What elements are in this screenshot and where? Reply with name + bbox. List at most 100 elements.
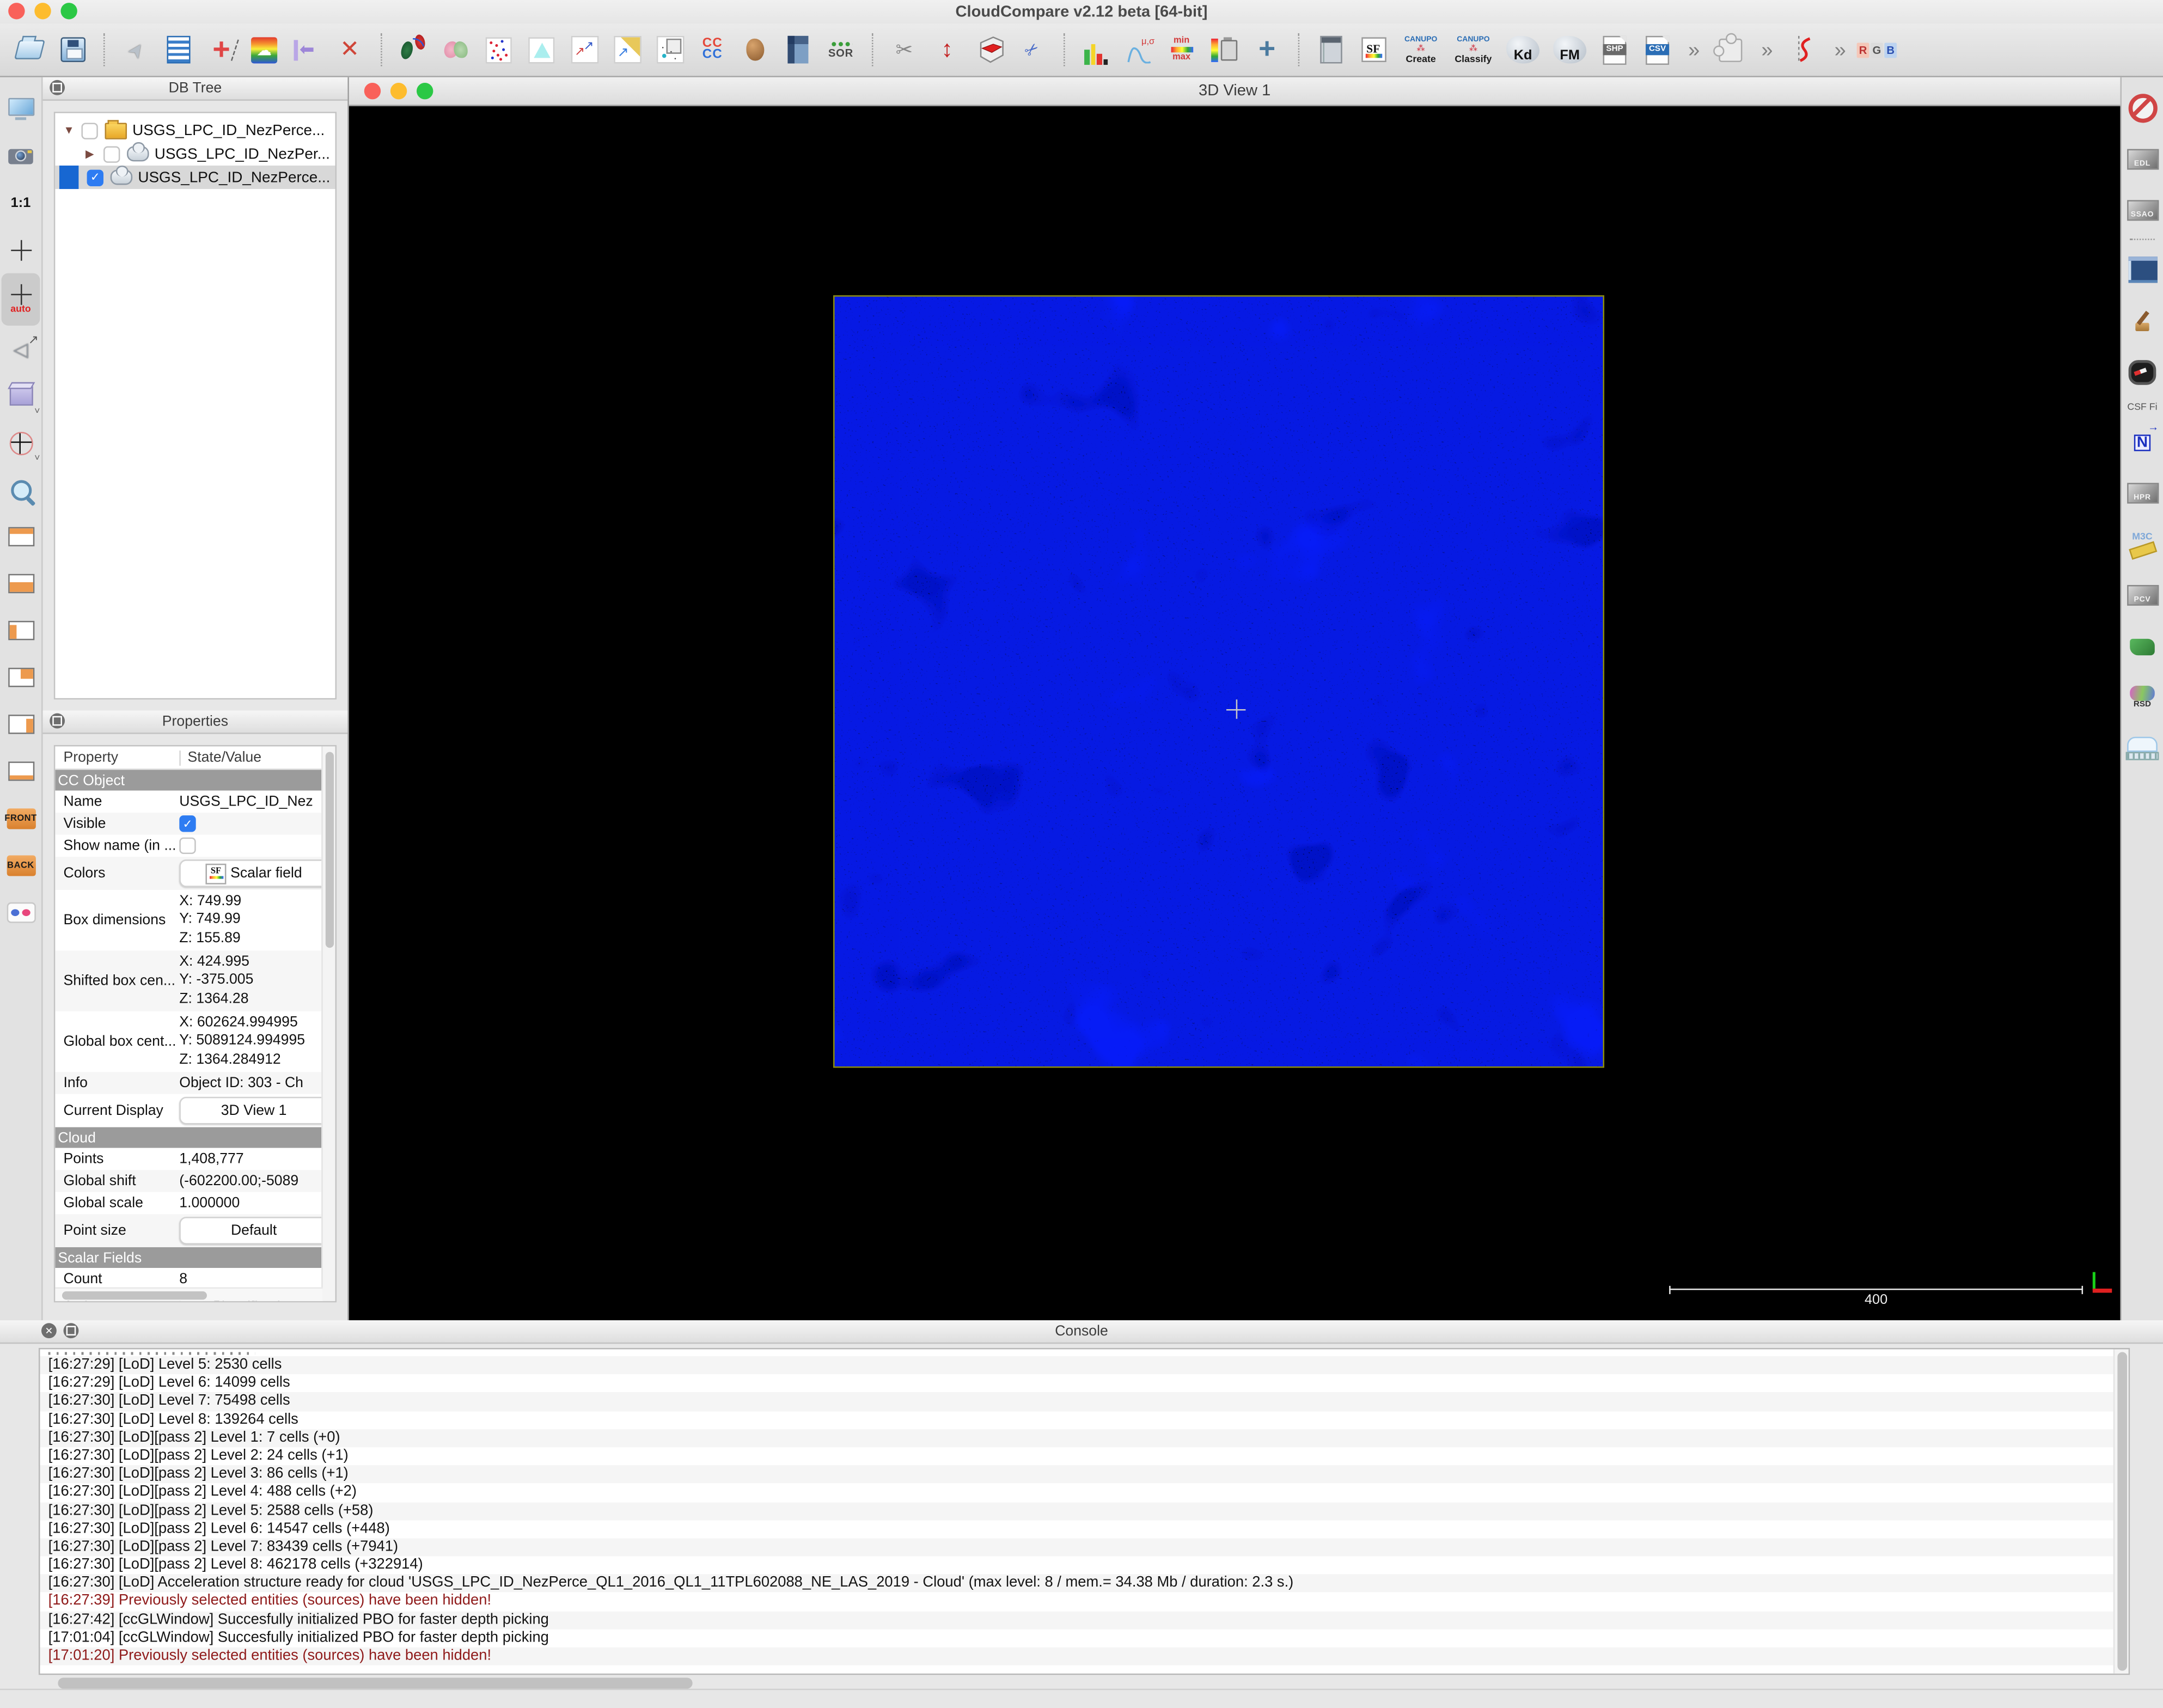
3d-viewport[interactable]: 400: [349, 106, 2121, 1320]
mesh-sampling-icon[interactable]: [523, 31, 560, 68]
broom-plugin-icon[interactable]: [2123, 295, 2162, 346]
properties-horizontal-scrollbar[interactable]: [55, 1287, 322, 1301]
property-dropdown[interactable]: Default: [179, 1217, 322, 1245]
screenshot-icon[interactable]: [2, 132, 40, 179]
add-icon[interactable]: [1249, 31, 1286, 68]
canupo-create-icon[interactable]: CANUPO ⁂ Create: [1397, 31, 1444, 68]
bottom-view-icon[interactable]: [2, 748, 40, 795]
m3c2-plugin-icon[interactable]: M3C: [2123, 518, 2162, 570]
cloud-cloud-distance-icon[interactable]: ↗↗: [566, 31, 603, 68]
close-view-button[interactable]: [364, 83, 381, 99]
tree-item[interactable]: ▼USGS_LPC_ID_NezPerce...: [55, 119, 335, 142]
ransac-sd-plugin-icon[interactable]: RSD: [2123, 672, 2162, 723]
expand-arrow-icon[interactable]: ▼: [64, 124, 82, 137]
no-shader-icon[interactable]: [2123, 83, 2162, 134]
visibility-checkbox[interactable]: ✓: [87, 169, 103, 185]
float-panel-button[interactable]: [50, 80, 65, 95]
segment-tool-icon[interactable]: [885, 31, 922, 68]
fm-icon[interactable]: FM: [1549, 31, 1591, 68]
global-zoom-icon[interactable]: [2, 466, 40, 513]
edl-shader-icon[interactable]: EDL: [2123, 134, 2162, 185]
rgb-filter-icon[interactable]: R G B: [1858, 31, 1895, 68]
display-options-icon[interactable]: [2, 86, 40, 132]
iso-back-view-icon[interactable]: BACK: [2, 841, 40, 888]
stereo-mode-icon[interactable]: [2, 888, 40, 935]
tree-item[interactable]: ▶USGS_LPC_ID_NezPer...: [55, 142, 335, 166]
toolbar-overflow-chevron[interactable]: »: [1682, 31, 1707, 68]
delete-entity-icon[interactable]: [331, 31, 368, 68]
hpr-plugin-icon[interactable]: HPR: [2123, 468, 2162, 519]
facets-plugin-icon[interactable]: [2123, 621, 2162, 672]
apply-transformation-icon[interactable]: [288, 31, 325, 68]
property-checkbox[interactable]: ✓: [179, 815, 195, 832]
sf-calculator-icon[interactable]: [1312, 31, 1349, 68]
subsample-cloud-icon[interactable]: [480, 31, 517, 68]
open-file-icon[interactable]: [11, 31, 48, 68]
left-view-icon[interactable]: [2, 607, 40, 654]
compass-plugin-icon[interactable]: [2123, 346, 2162, 398]
cloud-mesh-distance-icon[interactable]: ↗: [608, 31, 645, 68]
toolbar-overflow-chevron[interactable]: »: [1828, 31, 1853, 68]
maximize-view-button[interactable]: [417, 83, 433, 99]
tree-item[interactable]: ✓USGS_LPC_ID_NezPerce...: [55, 166, 335, 189]
canupo-classify-icon[interactable]: CANUPO ⁂ Classify: [1450, 31, 1496, 68]
top-view-icon[interactable]: [2, 513, 40, 560]
minimize-window-button[interactable]: [34, 3, 51, 19]
gaussian-filter-icon[interactable]: μ,σ: [1120, 31, 1157, 68]
rotation-mode-icon[interactable]: ˅: [2, 419, 40, 466]
normals-plugin-icon[interactable]: →N: [2123, 417, 2162, 468]
console-vertical-scrollbar[interactable]: [2113, 1349, 2129, 1673]
ssao-shader-icon[interactable]: SSAO: [2123, 185, 2162, 236]
unroll-texture-icon[interactable]: [779, 31, 816, 68]
zoom-actual-size-icon[interactable]: 1:1: [2, 179, 40, 226]
entity-properties-icon[interactable]: [160, 31, 197, 68]
curvature-plugin-icon[interactable]: [1785, 31, 1822, 68]
close-console-button[interactable]: [41, 1323, 57, 1338]
sor-filter-icon[interactable]: SOR: [822, 31, 859, 68]
property-dropdown[interactable]: SFScalar field: [179, 859, 322, 887]
delete-scalar-field-icon[interactable]: [1206, 31, 1243, 68]
float-console-button[interactable]: [64, 1323, 79, 1338]
sf-color-scale-icon[interactable]: SF: [1355, 31, 1392, 68]
cloudcompare-stats-icon[interactable]: CC CC: [694, 31, 731, 68]
closest-point-set-icon[interactable]: [737, 31, 774, 68]
pick-rotation-center-icon[interactable]: [2, 226, 40, 273]
expand-arrow-icon[interactable]: ▶: [85, 148, 103, 160]
property-dropdown[interactable]: 3D View 1: [179, 1097, 322, 1125]
merge-clouds-icon[interactable]: ☁: [246, 31, 283, 68]
property-checkbox[interactable]: [179, 838, 195, 854]
iso-front-view-icon[interactable]: FRONT: [2, 795, 40, 841]
pcv-plugin-icon[interactable]: PCV: [2123, 570, 2162, 621]
align-clouds-icon[interactable]: [437, 31, 474, 68]
animation-plugin-icon[interactable]: [2123, 244, 2162, 295]
save-file-icon[interactable]: [54, 31, 91, 68]
front-view-icon[interactable]: [2, 560, 40, 607]
auto-pick-rotation-center-icon[interactable]: auto: [2, 273, 40, 326]
maximize-window-button[interactable]: [60, 3, 77, 19]
plugin-puzzle-icon[interactable]: [1712, 31, 1749, 68]
toolbar-overflow-chevron[interactable]: »: [1755, 31, 1780, 68]
back-view-icon[interactable]: [2, 654, 40, 701]
close-window-button[interactable]: [8, 3, 25, 19]
visibility-checkbox[interactable]: [81, 122, 97, 138]
visibility-checkbox[interactable]: [103, 145, 120, 162]
point-cloud[interactable]: [833, 295, 1604, 1068]
set-pivot-icon[interactable]: [2, 326, 40, 373]
minimize-view-button[interactable]: [390, 83, 407, 99]
perspective-toggle-icon[interactable]: ˅: [2, 373, 40, 419]
right-view-icon[interactable]: [2, 701, 40, 748]
point-picking-icon[interactable]: [117, 31, 154, 68]
kd-tree-icon[interactable]: Kd: [1502, 31, 1544, 68]
extract-sections-icon[interactable]: [1014, 31, 1051, 68]
cloud-plugin-icon[interactable]: [2123, 723, 2162, 774]
translate-rotate-icon[interactable]: [928, 31, 966, 68]
histogram-icon[interactable]: [1077, 28, 1114, 72]
properties-vertical-scrollbar[interactable]: [321, 746, 335, 1301]
point-pair-picking-icon[interactable]: [651, 31, 688, 68]
clone-entity-icon[interactable]: [203, 31, 240, 68]
csv-export-icon[interactable]: CSV: [1639, 31, 1676, 68]
sf-gradient-icon[interactable]: min max: [1163, 31, 1200, 68]
fine-registration-icp-icon[interactable]: [394, 31, 431, 68]
csf-filter-label[interactable]: CSF Fi: [2123, 398, 2162, 417]
shp-export-icon[interactable]: SHP: [1596, 31, 1633, 68]
